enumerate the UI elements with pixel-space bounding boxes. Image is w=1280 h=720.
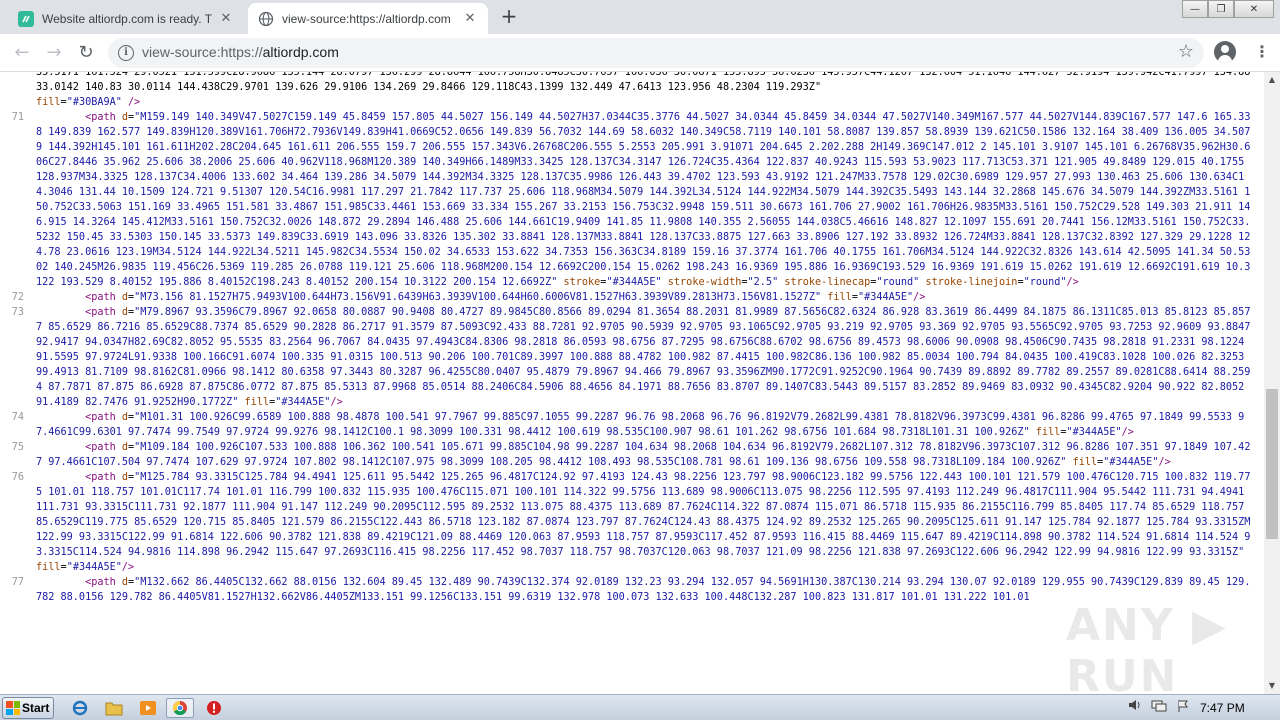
scroll-up-arrow-icon[interactable]: ▲ <box>1264 72 1280 88</box>
bookmark-star-icon[interactable]: ☆ <box>1176 42 1196 62</box>
close-window-button[interactable]: ✕ <box>1234 0 1274 18</box>
line-number: 71 <box>11 112 24 123</box>
start-button[interactable]: Start <box>2 697 54 719</box>
speaker-icon[interactable] <box>1126 699 1144 717</box>
source-line: 71 <path d="M159.149 140.349V47.5027C159… <box>0 110 1264 290</box>
file-explorer-icon[interactable] <box>100 698 128 718</box>
globe-icon <box>258 11 274 27</box>
new-tab-button[interactable]: + <box>498 6 520 28</box>
internet-explorer-icon[interactable] <box>66 698 94 718</box>
line-number <box>0 72 30 95</box>
media-player-icon[interactable] <box>134 698 162 718</box>
line-number <box>0 560 30 575</box>
scrollbar-thumb[interactable] <box>1266 389 1278 539</box>
line-number: 73 <box>11 307 24 318</box>
line-number: 76 <box>11 472 24 483</box>
tab-title: view-source:https://altiordp.com <box>282 11 451 26</box>
address-url[interactable]: view-source:https://altiordp.com <box>142 44 339 60</box>
line-code: <path d="M132.662 86.4405C132.662 88.015… <box>36 577 1251 603</box>
source-line: 72 <path d="M73.156 81.1527H75.9493V100.… <box>0 290 1264 305</box>
line-code: <path d="M125.784 93.3315C125.784 94.494… <box>36 472 1251 558</box>
back-button[interactable]: ← <box>10 41 34 65</box>
url-domain: altiordp.com <box>262 44 339 60</box>
site-info-icon[interactable]: i <box>118 45 134 61</box>
minimize-button[interactable]: — <box>1182 0 1208 18</box>
browser-menu-icon[interactable]: ⋮ <box>1252 42 1272 62</box>
start-label: Start <box>22 701 50 715</box>
chrome-taskbar-icon[interactable] <box>166 698 194 718</box>
maximize-button[interactable]: ❐ <box>1208 0 1234 18</box>
source-code-view[interactable]: 35.5171 161.524 29.0521 151.599C28.9686 … <box>0 72 1264 694</box>
source-line: 76 <path d="M125.784 93.3315C125.784 94.… <box>0 470 1264 560</box>
source-line: 77 <path d="M132.662 86.4405C132.662 88.… <box>0 575 1264 605</box>
url-prefix: view-source:https:// <box>142 44 263 60</box>
source-line: 74 <path d="M101.31 100.926C99.6589 100.… <box>0 410 1264 440</box>
line-code: fill="#30BA9A" /> <box>36 97 141 108</box>
network-icon[interactable] <box>1150 699 1168 717</box>
source-line: fill="#344A5E"/> <box>0 560 1264 575</box>
security-shield-icon[interactable] <box>200 698 228 718</box>
tab-view-source[interactable]: view-source:https://altiordp.com ✕ <box>248 3 488 34</box>
reload-button[interactable]: ↻ <box>74 41 98 65</box>
line-code: <path d="M109.184 100.926C107.533 100.88… <box>36 442 1251 468</box>
windows-taskbar: Start 7:47 PM <box>0 694 1280 720</box>
tab-close-icon[interactable]: ✕ <box>218 11 234 27</box>
line-number: 75 <box>11 442 24 453</box>
line-code: fill="#344A5E"/> <box>36 562 135 573</box>
tab-altiordp-ready[interactable]: Website altiordp.com is ready. The c ✕ <box>8 3 244 34</box>
address-bar[interactable]: i view-source:https://altiordp.com <box>108 38 1204 68</box>
profile-avatar-icon[interactable] <box>1214 41 1236 63</box>
line-number <box>0 95 30 110</box>
taskbar-clock: 7:47 PM <box>1200 701 1245 715</box>
scroll-down-arrow-icon[interactable]: ▼ <box>1264 678 1280 694</box>
line-code: 35.5171 161.524 29.0521 151.599C28.9686 … <box>36 72 1257 93</box>
source-line: 73 <path d="M79.8967 93.3596C79.8967 92.… <box>0 305 1264 410</box>
tab-close-icon[interactable]: ✕ <box>462 11 478 27</box>
line-number: 77 <box>11 577 24 588</box>
windows-logo-icon <box>6 701 20 715</box>
source-line: 35.5171 161.524 29.0521 151.599C28.9686 … <box>0 72 1264 95</box>
line-code: <path d="M79.8967 93.3596C79.8967 92.065… <box>36 307 1257 408</box>
vertical-scrollbar[interactable]: ▲ ▼ <box>1264 72 1280 694</box>
site-favicon-icon <box>18 10 34 27</box>
line-code: <path d="M101.31 100.926C99.6589 100.888… <box>36 412 1245 438</box>
tab-title: Website altiordp.com is ready. The c <box>42 11 212 26</box>
forward-button[interactable]: → <box>42 41 66 65</box>
line-code: <path d="M73.156 81.1527H75.9493V100.644… <box>85 292 926 303</box>
line-code: <path d="M159.149 140.349V47.5027C159.14… <box>36 112 1251 288</box>
line-number: 72 <box>11 292 24 303</box>
line-number: 74 <box>11 412 24 423</box>
source-line: fill="#30BA9A" /> <box>0 95 1264 110</box>
browser-toolbar: ← → ↻ i view-source:https://altiordp.com… <box>0 34 1280 72</box>
tab-strip: Website altiordp.com is ready. The c ✕ v… <box>0 0 1280 34</box>
action-center-flag-icon[interactable] <box>1174 699 1192 717</box>
source-line: 75 <path d="M109.184 100.926C107.533 100… <box>0 440 1264 470</box>
